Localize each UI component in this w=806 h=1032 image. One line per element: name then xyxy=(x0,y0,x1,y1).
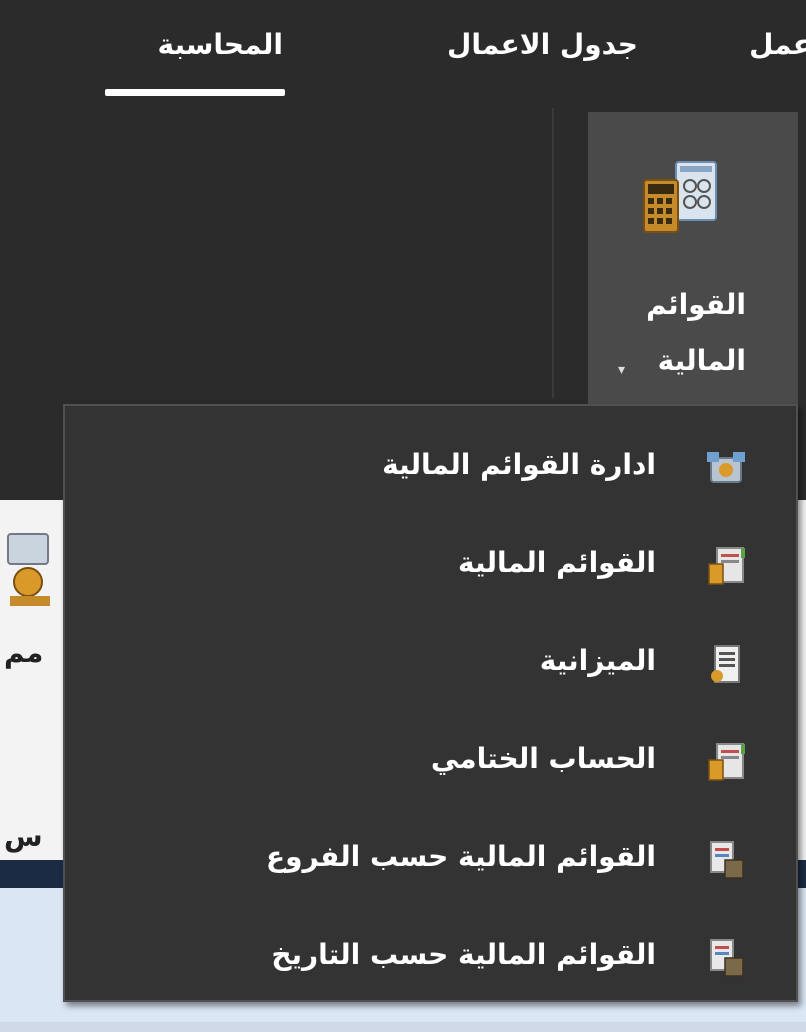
menu-item-label: الحساب الختامي xyxy=(430,742,656,775)
menu-item-statements-by-date[interactable]: القوائم المالية حسب التاريخ xyxy=(65,910,796,1006)
tab-accounting[interactable]: المحاسبة xyxy=(157,28,283,61)
menu-item-label: القوائم المالية حسب التاريخ xyxy=(271,938,656,971)
statement-report-icon xyxy=(708,547,745,585)
menu-item-label: القوائم المالية حسب الفروع xyxy=(266,840,656,873)
ribbon-separator xyxy=(552,108,554,398)
menu-item-label: القوائم المالية xyxy=(458,546,656,579)
final-account-icon xyxy=(708,743,745,781)
branch-report-icon xyxy=(710,841,744,879)
balance-sheet-icon xyxy=(711,645,740,683)
calculator-document-icon xyxy=(643,161,717,233)
menu-item-manage-statements[interactable]: ادارة القوائم المالية xyxy=(65,420,796,516)
menu-item-balance-sheet[interactable]: الميزانية xyxy=(65,616,796,712)
background-text-2: س xyxy=(4,820,43,853)
manage-statements-icon xyxy=(707,452,745,483)
date-report-icon xyxy=(710,939,744,977)
document-coins-icon xyxy=(7,533,50,606)
menu-item-financial-statements[interactable]: القوائم المالية xyxy=(65,518,796,614)
content-divider xyxy=(0,1022,806,1032)
financial-statements-dropdown: ادارة القوائم المالية القوائم المالية ال… xyxy=(63,404,798,1002)
tab-schedule[interactable]: جدول الاعمال xyxy=(447,28,638,61)
financial-statements-button[interactable]: القوائم المالية ▾ xyxy=(588,112,798,412)
tab-partial[interactable]: عمل xyxy=(749,28,806,61)
background-text-1: مم xyxy=(4,636,44,669)
chevron-down-icon: ▾ xyxy=(618,362,626,378)
financial-statements-label-line2: المالية xyxy=(657,344,746,377)
menu-item-label: ادارة القوائم المالية xyxy=(382,448,656,481)
menu-item-final-account[interactable]: الحساب الختامي xyxy=(65,714,796,810)
financial-statements-label-line1: القوائم xyxy=(646,288,746,321)
menu-item-statements-by-branch[interactable]: القوائم المالية حسب الفروع xyxy=(65,812,796,908)
tab-bar: عمل جدول الاعمال المحاسبة xyxy=(0,0,806,100)
menu-item-label: الميزانية xyxy=(539,644,656,677)
active-tab-indicator xyxy=(105,89,285,96)
